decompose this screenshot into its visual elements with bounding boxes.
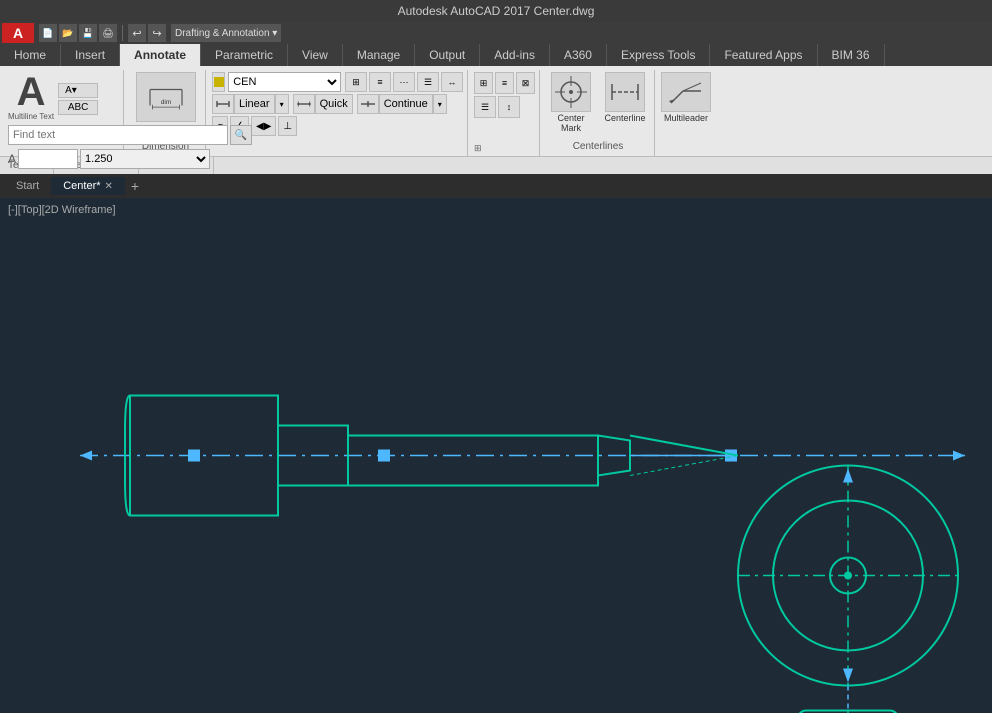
right-icons-top-row: ⊞ ≡ ⊠: [474, 72, 535, 94]
centerline-icon: [605, 72, 645, 112]
find-row: 🔍: [8, 125, 252, 145]
continue-icon: [357, 94, 379, 114]
save-icon[interactable]: 💾: [79, 24, 97, 42]
dim-icon2[interactable]: ≡: [369, 72, 391, 92]
quick-button[interactable]: Quick: [315, 94, 353, 114]
center-mark-icon: [551, 72, 591, 112]
dim-icon3[interactable]: ⋯: [393, 72, 415, 92]
workspace-dropdown[interactable]: Drafting & Annotation ▾: [171, 24, 281, 42]
dim-style-icon: [212, 72, 225, 92]
dim-style-row: CEN ⊞ ≡ ⋯ ☰ ↔: [212, 72, 463, 92]
ribbon-tabs: Home Insert Annotate Parametric View Man…: [0, 44, 992, 66]
text-group: A Multiline Text A▾ ABC 🔍 A 1.250 1.250: [4, 70, 124, 156]
dim-extra-btn3[interactable]: ◀▶: [251, 116, 276, 136]
tab-a360[interactable]: A360: [550, 44, 607, 66]
ribbon-content: A Multiline Text A▾ ABC 🔍 A 1.250 1.250: [0, 66, 992, 156]
continue-dropdown[interactable]: ▾: [433, 94, 447, 114]
canvas-area[interactable]: [-][Top][2D Wireframe]: [0, 198, 992, 713]
tab-featuredapps[interactable]: Featured Apps: [710, 44, 817, 66]
centerline-label: Centerline: [604, 113, 645, 123]
multileader-label: Multileader: [664, 113, 708, 123]
tab-expresstools[interactable]: Express Tools: [607, 44, 710, 66]
linear-group: Linear ▾: [212, 94, 289, 114]
adj-icon1[interactable]: ⊞: [474, 72, 493, 94]
continue-button[interactable]: Continue: [379, 94, 433, 114]
autocad-logo[interactable]: A: [2, 23, 34, 43]
tab-addins[interactable]: Add-ins: [480, 44, 550, 66]
dim-icons-row: ⊞ ≡ ⋯ ☰ ↔: [345, 72, 463, 92]
tab-parametric[interactable]: Parametric: [201, 44, 288, 66]
dim-icon4[interactable]: ☰: [417, 72, 439, 92]
adj-icon4[interactable]: ☰: [474, 96, 496, 118]
dim-style-dropdown[interactable]: CEN: [228, 72, 341, 92]
new-icon[interactable]: 📄: [39, 24, 57, 42]
text-dropdown-btn[interactable]: A▾: [58, 83, 98, 98]
dim-icon5[interactable]: ↔: [441, 72, 463, 92]
dim-icon1[interactable]: ⊞: [345, 72, 367, 92]
adj-icon3[interactable]: ⊠: [516, 72, 535, 94]
centerline-button[interactable]: Centerline: [600, 72, 650, 133]
quick-group: Quick: [293, 94, 353, 114]
linear-button[interactable]: Linear: [234, 94, 275, 114]
centerlines-group: CenterMark Centerline Centerlines: [542, 70, 655, 156]
multiline-text-button[interactable]: A Multiline Text: [8, 72, 54, 121]
find-btn[interactable]: 🔍: [230, 125, 252, 145]
multileader-group: Multileader: [657, 70, 715, 156]
linear-icon: [212, 94, 234, 114]
tab-close-icon[interactable]: ✕: [105, 181, 113, 192]
centerlines-group-label: Centerlines: [546, 141, 650, 154]
new-tab-button[interactable]: +: [125, 178, 145, 194]
undo-icon[interactable]: ↩: [128, 24, 146, 42]
dim-extra-btn4[interactable]: ⊥: [278, 116, 297, 136]
scale-icon: A: [8, 152, 16, 166]
title-text: Autodesk AutoCAD 2017 Center.dwg: [398, 4, 595, 18]
quick-icon: [293, 94, 315, 114]
linear-dropdown[interactable]: ▾: [275, 94, 289, 114]
drawing-canvas[interactable]: [0, 198, 992, 713]
tab-annotate[interactable]: Annotate: [120, 44, 201, 66]
dimensions-expand[interactable]: ⊞: [474, 143, 535, 154]
tab-home[interactable]: Home: [0, 44, 61, 66]
dimension-button[interactable]: dim: [136, 72, 196, 122]
centerlines-buttons: CenterMark Centerline: [546, 72, 650, 133]
tab-insert[interactable]: Insert: [61, 44, 120, 66]
continue-group: Continue ▾: [357, 94, 447, 114]
dim-tools-row: Linear ▾ Quick Continue ▾: [212, 94, 463, 114]
scale-row: A 1.250 1.250: [8, 149, 210, 169]
tab-center[interactable]: Center* ✕: [51, 177, 125, 195]
tab-manage[interactable]: Manage: [343, 44, 415, 66]
right-icons-bot-row: ☰ ↕: [474, 96, 535, 118]
scale-dropdown[interactable]: 1.250: [80, 149, 210, 169]
menu-bar: A 📄 📂 💾 🖨 ↩ ↪ Drafting & Annotation ▾: [0, 22, 992, 44]
plot-icon[interactable]: 🖨: [99, 24, 117, 42]
multileader-icon: [661, 72, 711, 112]
center-mark-label: CenterMark: [557, 113, 584, 133]
redo-icon[interactable]: ↪: [148, 24, 166, 42]
center-mark-button[interactable]: CenterMark: [546, 72, 596, 133]
tab-bim36[interactable]: BIM 36: [818, 44, 885, 66]
svg-text:dim: dim: [160, 98, 170, 105]
abc-btn[interactable]: ABC: [58, 100, 98, 115]
tab-output[interactable]: Output: [415, 44, 480, 66]
tab-view[interactable]: View: [288, 44, 343, 66]
adj-icon2[interactable]: ≡: [495, 72, 514, 94]
open-icon[interactable]: 📂: [59, 24, 77, 42]
tab-start[interactable]: Start: [4, 177, 51, 195]
title-bar: Autodesk AutoCAD 2017 Center.dwg: [0, 0, 992, 22]
multileader-button[interactable]: Multileader: [661, 72, 711, 123]
find-text-input[interactable]: [8, 125, 228, 145]
adj-icon5[interactable]: ↕: [498, 96, 520, 118]
text-group-top: A Multiline Text A▾ ABC: [8, 72, 98, 121]
document-tabs: Start Center* ✕ +: [0, 174, 992, 198]
right-icons-group: ⊞ ≡ ⊠ ☰ ↕ ⊞: [470, 70, 540, 156]
scale-input[interactable]: 1.250: [18, 149, 78, 169]
